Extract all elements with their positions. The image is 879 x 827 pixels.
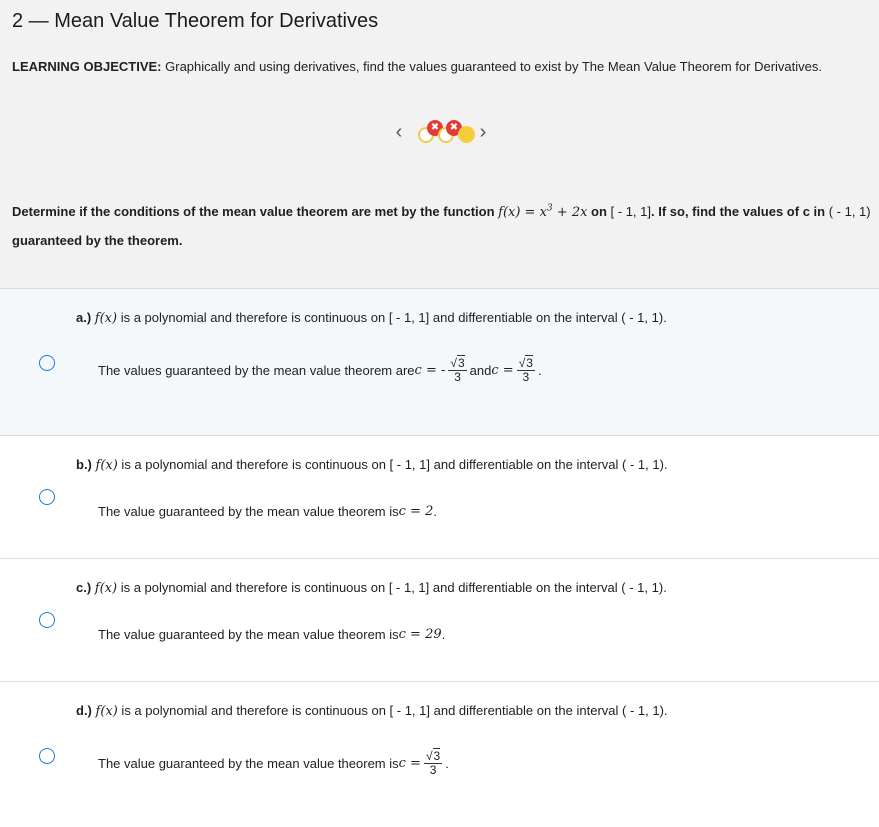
fraction: √3 3	[448, 355, 467, 384]
question-text: Determine if the conditions of the mean …	[12, 203, 871, 248]
fraction: √3 3	[516, 355, 535, 384]
option-statement: c.) f(x) is a polynomial and therefore i…	[76, 580, 667, 596]
header-panel: 2 — Mean Value Theorem for Derivatives L…	[0, 0, 879, 288]
chevron-left-icon[interactable]: ‹	[390, 121, 408, 144]
question-pager: ‹ ✖ ✖ ›	[390, 118, 492, 146]
objective-label: LEARNING OBJECTIVE:	[12, 59, 162, 74]
progress-dots: ✖ ✖	[408, 118, 475, 146]
option-a[interactable]: a.) f(x) is a polynomial and therefore i…	[0, 288, 879, 436]
fraction: √3 3	[423, 748, 443, 777]
learning-objective: LEARNING OBJECTIVE: Graphically and usin…	[12, 56, 867, 77]
option-d-radio[interactable]	[39, 748, 55, 764]
option-statement: b.) f(x) is a polynomial and therefore i…	[76, 457, 668, 473]
option-c-radio[interactable]	[39, 612, 55, 628]
option-answer: The value guaranteed by the mean value t…	[98, 627, 446, 642]
option-a-radio[interactable]	[39, 355, 55, 371]
option-answer: The value guaranteed by the mean value t…	[98, 504, 437, 519]
option-d[interactable]: d.) f(x) is a polynomial and therefore i…	[0, 681, 879, 827]
option-statement: d.) f(x) is a polynomial and therefore i…	[76, 703, 668, 719]
function-expression: f(x) = x3 + 2x	[498, 203, 588, 220]
current-dot[interactable]	[458, 126, 475, 143]
option-statement: a.) f(x) is a polynomial and therefore i…	[76, 310, 667, 326]
option-answer: The value guaranteed by the mean value t…	[98, 748, 449, 777]
objective-text: Graphically and using derivatives, find …	[161, 59, 822, 74]
page-title: 2 — Mean Value Theorem for Derivatives	[12, 10, 379, 32]
chevron-right-icon[interactable]: ›	[474, 121, 492, 144]
option-b[interactable]: b.) f(x) is a polynomial and therefore i…	[0, 435, 879, 559]
option-answer: The values guaranteed by the mean value …	[98, 355, 542, 384]
option-b-radio[interactable]	[39, 489, 55, 505]
option-c[interactable]: c.) f(x) is a polynomial and therefore i…	[0, 558, 879, 682]
